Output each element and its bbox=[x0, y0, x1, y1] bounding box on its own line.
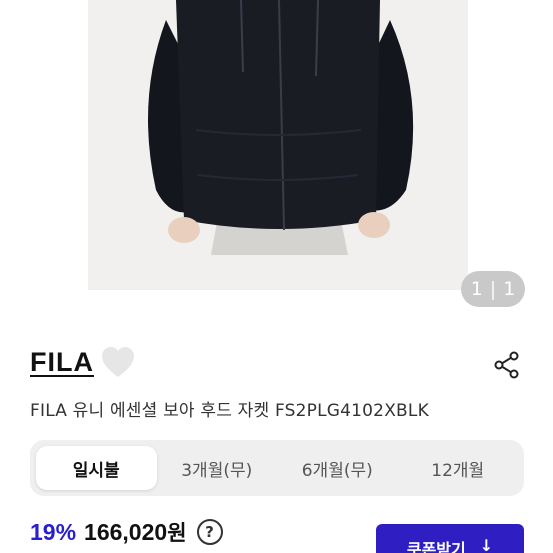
brand-link[interactable]: FILA bbox=[30, 347, 94, 378]
current-page: 1 bbox=[470, 278, 483, 300]
installment-tabs: 일시불 3개월(무) 6개월(무) 12개월 bbox=[30, 440, 524, 496]
share-button[interactable] bbox=[493, 351, 521, 379]
product-image-gallery[interactable]: 1 | 1 bbox=[0, 0, 553, 330]
tab-12-months[interactable]: 12개월 bbox=[398, 446, 519, 490]
total-pages: 1 bbox=[503, 278, 516, 300]
pagination-separator: | bbox=[489, 278, 497, 300]
tab-6-months[interactable]: 6개월(무) bbox=[277, 446, 398, 490]
product-title: FILA 유니 에센셜 보아 후드 자켓 FS2PLG4102XBLK bbox=[30, 401, 429, 421]
coupon-download-button[interactable]: 쿠폰받기 ↓ bbox=[376, 524, 524, 553]
favorite-button[interactable] bbox=[100, 345, 136, 381]
share-icon bbox=[494, 351, 519, 379]
coupon-label: 쿠폰받기 bbox=[406, 540, 466, 553]
tab-3-months[interactable]: 3개월(무) bbox=[157, 446, 278, 490]
brand-row: FILA bbox=[30, 343, 525, 387]
jacket-illustration bbox=[148, 0, 414, 255]
price-currency: 원 bbox=[167, 521, 187, 545]
sale-price: 166,020 bbox=[84, 518, 168, 545]
discount-rate: 19% bbox=[30, 518, 77, 545]
price-row: 19% 166,020 원 ? bbox=[30, 514, 223, 550]
image-pagination-indicator: 1 | 1 bbox=[461, 271, 525, 307]
download-arrow-icon: ↓ bbox=[479, 536, 494, 553]
tab-lump-sum[interactable]: 일시불 bbox=[36, 446, 157, 490]
help-icon[interactable]: ? bbox=[196, 519, 223, 545]
heart-icon bbox=[102, 347, 134, 377]
product-photo[interactable] bbox=[88, 0, 468, 290]
